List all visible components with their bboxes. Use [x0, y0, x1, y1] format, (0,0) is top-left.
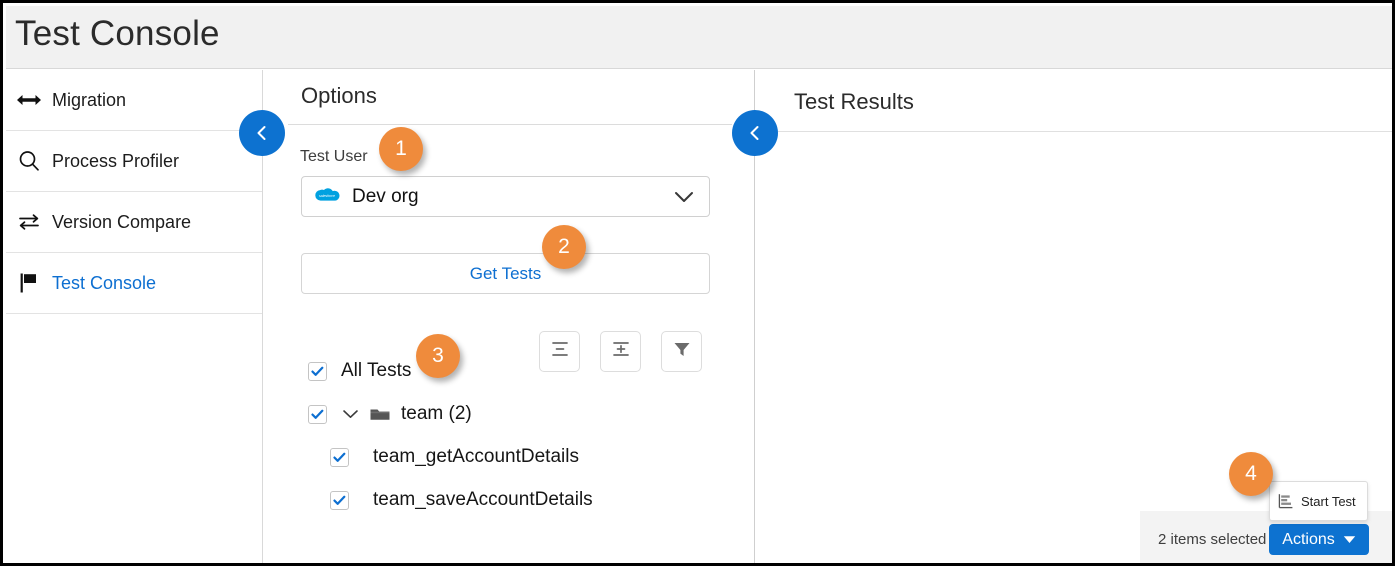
collapse-options-panel-button[interactable] [732, 110, 778, 156]
chevron-left-icon [252, 123, 272, 143]
sidebar-item-version-compare[interactable]: Version Compare [6, 192, 262, 253]
checkbox-all-tests[interactable] [308, 361, 327, 381]
tree-row-test[interactable]: team_getAccountDetails [330, 445, 579, 469]
tree-row-test[interactable]: team_saveAccountDetails [330, 488, 593, 512]
chevron-left-icon [745, 123, 765, 143]
expand-all-icon [611, 339, 631, 364]
tree-label-all-tests: All Tests [341, 360, 412, 381]
options-panel-divider [288, 124, 732, 125]
tree-label-test: team_saveAccountDetails [373, 489, 593, 510]
sidebar-item-migration[interactable]: Migration [6, 70, 262, 131]
tree-label-test: team_getAccountDetails [373, 446, 579, 467]
test-console-window: Test Console Migration Process Profiler [0, 0, 1395, 566]
checkbox-folder-team[interactable] [308, 404, 327, 424]
sidebar-item-process-profiler[interactable]: Process Profiler [6, 131, 262, 192]
start-test-icon [1278, 493, 1294, 509]
tree-label-folder: team (2) [401, 403, 472, 424]
sidebar-item-label: Version Compare [52, 211, 192, 232]
double-arrow-icon [6, 93, 52, 107]
options-panel-title: Options [301, 83, 377, 108]
get-tests-button[interactable]: Get Tests [301, 253, 710, 294]
collapse-sidebar-button[interactable] [239, 110, 285, 156]
step-badge-2: 2 [542, 225, 586, 269]
test-user-select[interactable]: salesforce Dev org [301, 176, 710, 217]
sidebar-nav: Migration Process Profiler Version Compa… [6, 70, 263, 563]
test-results-panel-divider [756, 131, 1392, 132]
flag-icon [6, 272, 52, 294]
actions-menu-popup[interactable]: Start Test [1269, 481, 1368, 521]
sidebar-item-label: Migration [52, 89, 127, 110]
test-user-value: Dev org [352, 185, 419, 207]
checkbox-test[interactable] [330, 447, 349, 467]
collapse-all-icon [550, 339, 570, 364]
filter-icon [672, 339, 692, 364]
menu-item-start-test: Start Test [1301, 493, 1356, 509]
folder-icon [367, 405, 393, 423]
chevron-down-icon[interactable] [673, 188, 695, 211]
test-results-panel-title: Test Results [794, 89, 914, 114]
search-icon [6, 150, 52, 172]
sidebar-item-label: Test Console [52, 272, 157, 293]
salesforce-cloud-icon: salesforce [312, 186, 342, 208]
sidebar-item-test-console[interactable]: Test Console [6, 253, 262, 314]
items-selected-label: 2 items selected [1158, 531, 1267, 548]
collapse-all-button[interactable] [539, 331, 580, 372]
actions-button[interactable]: Actions [1269, 524, 1369, 555]
tree-row-folder[interactable]: team (2) [308, 402, 472, 426]
svg-text:salesforce: salesforce [319, 194, 335, 198]
swap-arrows-icon [6, 212, 52, 232]
test-user-label: Test User [300, 148, 368, 165]
sidebar-item-label: Process Profiler [52, 150, 180, 171]
chevron-down-icon[interactable] [337, 408, 363, 420]
window-titlebar: Test Console [6, 6, 1392, 69]
actions-button-label: Actions [1282, 530, 1335, 548]
step-badge-4: 4 [1229, 452, 1273, 496]
checkbox-test[interactable] [330, 490, 349, 510]
tree-row-all-tests[interactable]: All Tests [308, 359, 411, 383]
filter-button[interactable] [661, 331, 702, 372]
caret-down-icon [1343, 531, 1356, 549]
page-title: Test Console [15, 14, 220, 53]
step-badge-3: 3 [416, 334, 460, 378]
expand-all-button[interactable] [600, 331, 641, 372]
step-badge-1: 1 [379, 127, 423, 171]
